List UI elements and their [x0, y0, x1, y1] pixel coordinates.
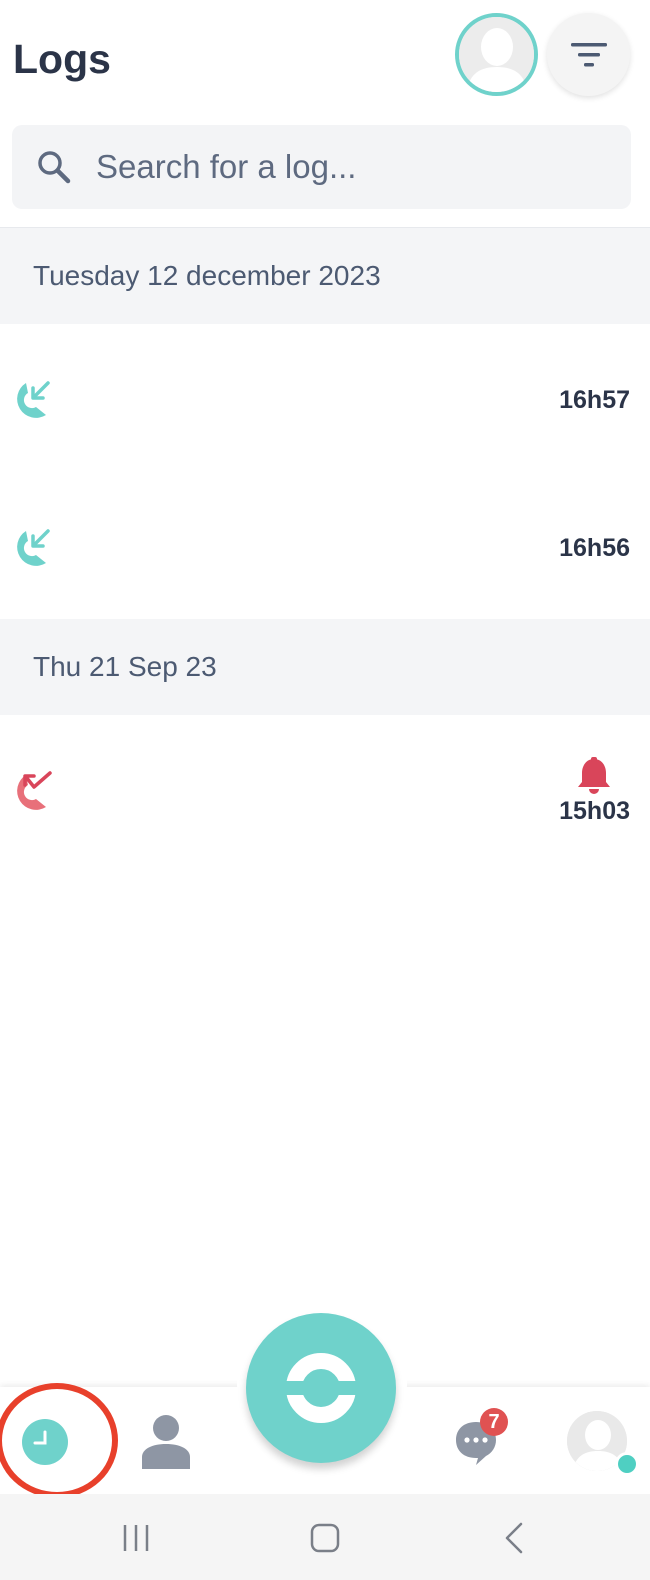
nav-contacts-button[interactable] [140, 1413, 192, 1469]
search-input[interactable] [96, 148, 576, 186]
log-row[interactable]: 15h03 [0, 715, 650, 863]
page-title: Logs [13, 36, 111, 82]
presence-status-dot [615, 1452, 639, 1476]
search-icon [36, 149, 72, 185]
log-time: 15h03 [559, 797, 630, 825]
date-header: Tuesday 12 december 2023 [0, 228, 650, 324]
filter-lines-icon [570, 42, 607, 66]
recents-icon[interactable] [114, 1516, 158, 1560]
phone-fab-icon [281, 1353, 361, 1423]
back-icon[interactable] [493, 1516, 537, 1560]
bell-icon [578, 757, 610, 794]
log-row[interactable]: 16h56 [0, 474, 650, 622]
log-time: 16h57 [559, 386, 630, 414]
incoming-call-icon [17, 381, 50, 418]
user-avatar-placeholder-icon [459, 17, 534, 92]
user-avatar-button[interactable] [455, 13, 538, 96]
logs-screen: Logs Tuesday 12 december 2023 [0, 0, 650, 1580]
filter-button[interactable] [547, 13, 630, 96]
log-time: 16h56 [559, 534, 630, 562]
missed-call-icon [17, 771, 52, 810]
highlight-annotation-ring [0, 1383, 118, 1498]
dialer-fab-button[interactable] [246, 1313, 396, 1463]
unread-badge: 7 [480, 1408, 508, 1436]
incoming-call-icon [17, 529, 50, 566]
search-bar[interactable] [12, 125, 631, 209]
home-icon[interactable] [303, 1516, 347, 1560]
person-icon [142, 1415, 190, 1469]
log-row[interactable]: 16h57 [0, 326, 650, 474]
date-header: Thu 21 Sep 23 [0, 619, 650, 715]
